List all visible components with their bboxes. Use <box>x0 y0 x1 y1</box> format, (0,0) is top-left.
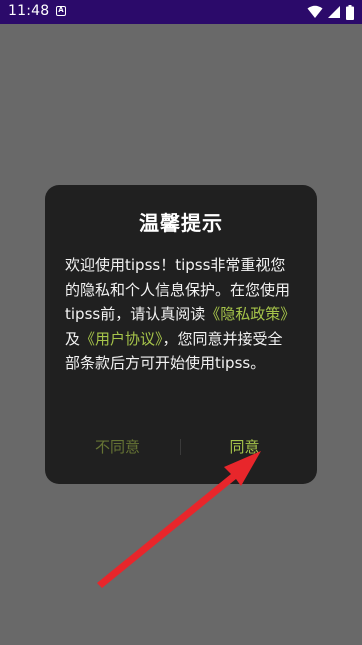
wifi-icon <box>307 5 323 18</box>
user-agreement-link[interactable]: 《用户协议》 <box>80 330 163 348</box>
signal-icon <box>328 6 340 18</box>
status-time: 11:48 <box>8 3 50 19</box>
status-icons <box>307 4 354 20</box>
dialog-title: 温馨提示 <box>139 211 223 235</box>
notification-icon: A <box>56 6 66 16</box>
privacy-policy-link[interactable]: 《隐私政策》 <box>205 305 295 323</box>
button-divider <box>180 439 181 455</box>
privacy-dialog: 温馨提示 欢迎使用tipss！tipss非常重视您的隐私和个人信息保护。在您使用… <box>45 185 317 484</box>
dialog-connector-text: 及 <box>65 329 81 348</box>
disagree-button[interactable]: 不同意 <box>75 435 160 459</box>
dialog-message: 欢迎使用tipss！tipss非常重视您的隐私和个人信息保护。在您使用tipss… <box>65 253 297 376</box>
status-bar: 11:48 A <box>0 0 362 24</box>
battery-icon <box>346 4 354 20</box>
agree-button[interactable]: 同意 <box>202 435 287 459</box>
